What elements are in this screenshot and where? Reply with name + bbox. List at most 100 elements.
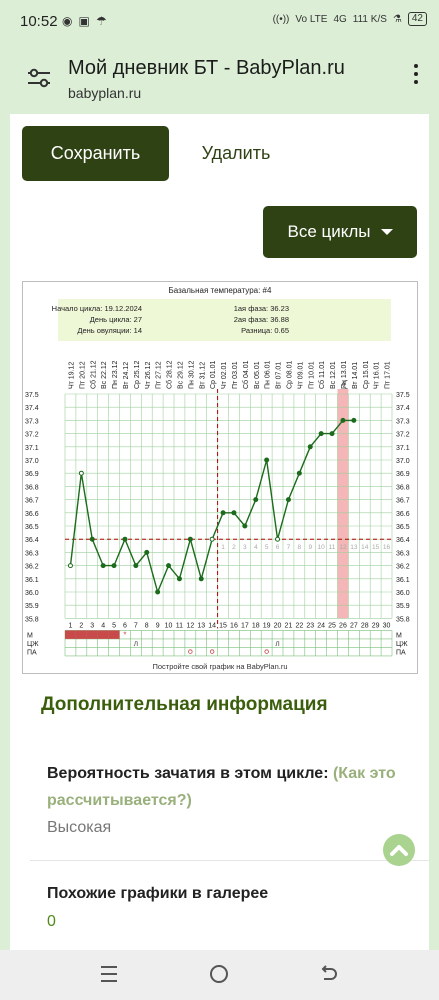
flask-icon: ⚗ bbox=[392, 13, 402, 25]
signal-label: 4G bbox=[333, 13, 347, 25]
home-icon[interactable] bbox=[209, 964, 229, 984]
date-label: Пт 20.12 bbox=[79, 361, 86, 389]
date-label: Чт 19.12 bbox=[68, 362, 75, 389]
temperature-point bbox=[264, 457, 270, 463]
network-label: Vo LTE bbox=[295, 13, 328, 25]
date-label: Ср 01.01 bbox=[210, 360, 217, 389]
y-tick-right: 36.0 bbox=[396, 590, 410, 597]
y-tick-left: 35.9 bbox=[25, 603, 39, 610]
menstruation-cell bbox=[75, 630, 87, 639]
day-number: 25 bbox=[328, 622, 336, 629]
day-number: 21 bbox=[285, 622, 293, 629]
luteal-day-label: 9 bbox=[308, 544, 312, 551]
date-label: Вс 29.12 bbox=[177, 361, 184, 389]
temperature-point bbox=[220, 510, 226, 516]
luteal-day-label: 5 bbox=[265, 544, 269, 551]
y-tick-left: 37.2 bbox=[25, 432, 39, 439]
luteal-day-label: 14 bbox=[361, 544, 369, 551]
status-bar: 10:52 ◉▣☂ ((•)) Vo LTE 4G 111 K/S ⚗ 42 bbox=[0, 0, 439, 44]
cm-mark: Л bbox=[134, 641, 138, 648]
date-label: Вс 12.01 bbox=[330, 361, 337, 389]
system-nav-bar bbox=[0, 950, 439, 1000]
y-tick-left: 35.8 bbox=[25, 616, 39, 623]
day-number: 22 bbox=[295, 622, 303, 629]
day-number: 9 bbox=[156, 622, 160, 629]
day-number: 28 bbox=[361, 622, 369, 629]
day-number: 16 bbox=[230, 622, 238, 629]
y-tick-left: 36.0 bbox=[25, 590, 39, 597]
page-url[interactable]: babyplan.ru bbox=[68, 85, 141, 101]
menu-icon[interactable] bbox=[100, 964, 118, 984]
day-number: 26 bbox=[339, 622, 347, 629]
site-settings-icon[interactable] bbox=[28, 68, 50, 88]
y-tick-right: 37.3 bbox=[396, 418, 410, 425]
date-label: Пн 30.12 bbox=[188, 361, 195, 389]
date-label: Пт 27.12 bbox=[156, 361, 163, 389]
speed-label: 111 K/S bbox=[352, 13, 387, 25]
date-label: Пт 17.01 bbox=[385, 361, 392, 389]
conception-label-text: Вероятность зачатия в этом цикле: bbox=[47, 765, 329, 782]
row-label-left: М bbox=[27, 632, 33, 639]
divider bbox=[30, 860, 429, 861]
luteal-day-label: 6 bbox=[276, 544, 280, 551]
day-number: 27 bbox=[350, 622, 358, 629]
similar-value[interactable]: 0 bbox=[47, 913, 56, 931]
menstruation-cell bbox=[108, 630, 120, 639]
moon-icon: ☾ bbox=[342, 378, 353, 392]
more-menu-icon[interactable] bbox=[413, 64, 419, 88]
luteal-day-label: 2 bbox=[232, 544, 236, 551]
y-tick-right: 36.8 bbox=[396, 484, 410, 491]
temperature-point bbox=[122, 536, 128, 542]
y-tick-right: 36.7 bbox=[396, 498, 410, 505]
scroll-top-button[interactable] bbox=[383, 834, 415, 866]
caret-down-icon bbox=[380, 229, 393, 235]
temperature-point bbox=[318, 431, 324, 437]
similar-label: Похожие графики в галерее bbox=[47, 885, 269, 902]
luteal-day-label: 7 bbox=[287, 544, 291, 551]
date-label: Пт 03.01 bbox=[232, 361, 239, 389]
date-label: Чт 09.01 bbox=[297, 362, 304, 389]
pa-mark bbox=[264, 649, 269, 654]
temperature-point bbox=[242, 523, 248, 529]
day-number: 8 bbox=[145, 622, 149, 629]
date-label: Сб 21.12 bbox=[89, 360, 97, 389]
temperature-point bbox=[275, 536, 281, 542]
day-number: 15 bbox=[219, 622, 227, 629]
page-content: Сохранить Удалить Все циклы Базальная те… bbox=[10, 114, 429, 950]
date-label: Вс 05.01 bbox=[254, 361, 261, 389]
battery-icon: 42 bbox=[407, 12, 427, 26]
date-label: Пн 23.12 bbox=[112, 361, 119, 389]
y-tick-left: 37.3 bbox=[25, 418, 39, 425]
luteal-day-label: 12 bbox=[339, 544, 347, 551]
day-number: 24 bbox=[317, 622, 325, 629]
conception-value: Высокая bbox=[47, 819, 112, 836]
section-title: Дополнительная информация bbox=[41, 694, 328, 715]
day-number: 1 bbox=[68, 622, 72, 629]
delete-button[interactable]: Удалить bbox=[186, 126, 286, 181]
day-number: 11 bbox=[176, 622, 183, 629]
difference: Разница: 0.65 bbox=[241, 326, 289, 335]
y-tick-right: 36.5 bbox=[396, 524, 410, 531]
temperature-point bbox=[253, 497, 259, 503]
all-cycles-dropdown[interactable]: Все циклы bbox=[263, 206, 417, 258]
day-number: 13 bbox=[197, 622, 205, 629]
temperature-point bbox=[187, 536, 193, 542]
temperature-point bbox=[166, 563, 172, 569]
y-tick-right: 37.0 bbox=[396, 458, 410, 465]
temperature-point bbox=[209, 536, 215, 542]
temperature-point bbox=[78, 470, 84, 476]
back-icon[interactable] bbox=[318, 964, 338, 984]
y-tick-left: 36.6 bbox=[25, 511, 39, 518]
menstruation-cell bbox=[97, 630, 109, 639]
date-label: Чт 16.01 bbox=[374, 362, 381, 389]
save-button[interactable]: Сохранить bbox=[22, 126, 169, 181]
day-number: 6 bbox=[123, 622, 127, 629]
date-label: Вт 24.12 bbox=[123, 362, 130, 389]
whatsapp-icon: ◉ bbox=[62, 14, 79, 28]
date-label: Вс 22.12 bbox=[101, 361, 108, 389]
date-label: Вт 31.12 bbox=[199, 362, 206, 389]
row-label-right: ЦЖ bbox=[396, 641, 408, 648]
browser-header: Мой дневник БТ - BabyPlan.ru babyplan.ru bbox=[0, 44, 439, 114]
chart-title: Базальная температура: #4 bbox=[169, 286, 272, 295]
day-number: 30 bbox=[383, 622, 391, 629]
